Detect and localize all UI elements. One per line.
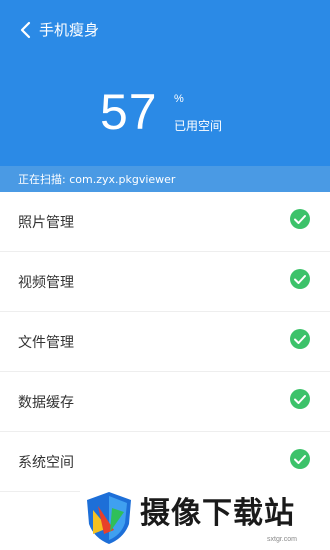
scan-status-text: 正在扫描: com.zyx.pkgviewer bbox=[18, 173, 176, 186]
list-item-label: 照片管理 bbox=[18, 215, 74, 231]
list-item-videos[interactable]: 视频管理 bbox=[0, 252, 330, 312]
list-item-label: 系统空间 bbox=[18, 455, 74, 471]
cleanup-list: 照片管理 视频管理 文件管理 数据缓存 系统空间 bbox=[0, 192, 330, 492]
check-circle-icon bbox=[290, 329, 310, 349]
usage-percent: 57 bbox=[100, 84, 158, 140]
list-item-photos[interactable]: 照片管理 bbox=[0, 192, 330, 252]
title-bar: 手机瘦身 bbox=[0, 0, 330, 58]
watermark-logo-icon bbox=[87, 492, 131, 544]
percent-sign: % bbox=[174, 93, 184, 105]
watermark-text: 摄像下载站 bbox=[140, 496, 295, 531]
list-item-label: 视频管理 bbox=[18, 275, 74, 291]
page-title: 手机瘦身 bbox=[39, 21, 100, 39]
check-circle-icon bbox=[290, 449, 310, 469]
list-item-files[interactable]: 文件管理 bbox=[0, 312, 330, 372]
chevron-left-icon bbox=[20, 21, 31, 39]
scan-status-bar: 正在扫描: com.zyx.pkgviewer bbox=[0, 166, 330, 192]
back-button[interactable] bbox=[12, 16, 40, 44]
list-item-system[interactable]: 系统空间 bbox=[0, 432, 330, 492]
usage-label: 已用空间 bbox=[174, 119, 223, 133]
header: 手机瘦身 57 % 已用空间 正在扫描: com.zyx.pkgviewer bbox=[0, 0, 330, 192]
list-item-label: 数据缓存 bbox=[18, 395, 74, 411]
check-circle-icon bbox=[290, 209, 310, 229]
list-item-cache[interactable]: 数据缓存 bbox=[0, 372, 330, 432]
watermark-url: sxtgr.com bbox=[267, 536, 297, 543]
check-circle-icon bbox=[290, 269, 310, 289]
list-item-label: 文件管理 bbox=[18, 335, 74, 351]
check-circle-icon bbox=[290, 389, 310, 409]
